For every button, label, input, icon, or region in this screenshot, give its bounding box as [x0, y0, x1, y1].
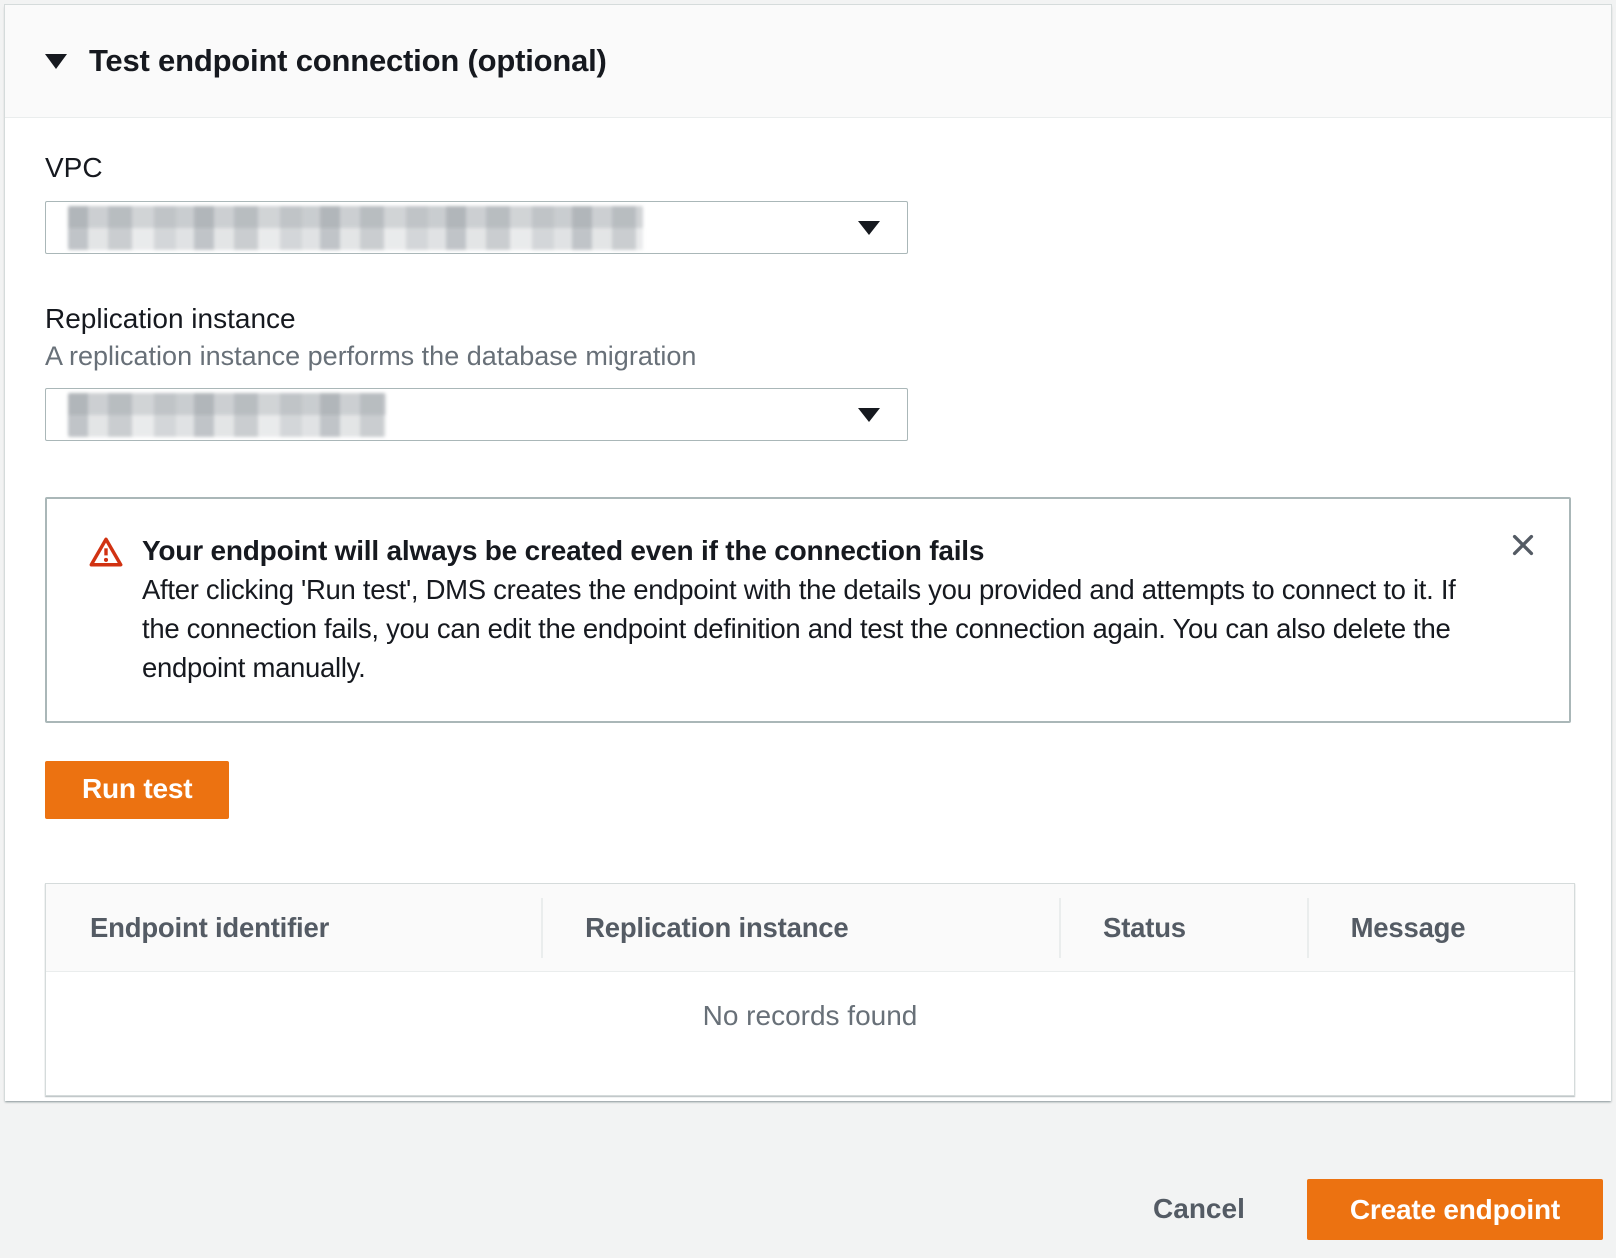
- table-header-row: Endpoint identifier Replication instance…: [46, 884, 1574, 972]
- replication-instance-field-group: Replication instance A replication insta…: [45, 301, 1571, 441]
- panel-title: Test endpoint connection (optional): [89, 43, 607, 79]
- vpc-redacted-value: [68, 206, 643, 250]
- run-test-button[interactable]: Run test: [45, 761, 229, 819]
- page: Test endpoint connection (optional) VPC …: [0, 0, 1616, 1258]
- column-header-endpoint-identifier[interactable]: Endpoint identifier: [46, 912, 541, 944]
- alert-body: After clicking 'Run test', DMS creates t…: [142, 570, 1472, 687]
- alert-text: Your endpoint will always be created eve…: [123, 531, 1541, 687]
- cancel-button[interactable]: Cancel: [1153, 1193, 1245, 1225]
- table-empty-message: No records found: [46, 972, 1574, 1095]
- warning-triangle-icon: [89, 536, 123, 573]
- triangle-down-icon: [858, 221, 880, 235]
- column-header-status[interactable]: Status: [1059, 912, 1307, 944]
- column-header-replication-instance[interactable]: Replication instance: [541, 912, 1059, 944]
- triangle-down-icon: [858, 408, 880, 422]
- test-results-table: Endpoint identifier Replication instance…: [45, 883, 1575, 1096]
- close-icon[interactable]: [1503, 525, 1543, 565]
- vpc-field-group: VPC: [45, 150, 1571, 254]
- vpc-select[interactable]: [45, 201, 908, 254]
- replication-instance-redacted-value: [68, 393, 386, 437]
- column-header-message[interactable]: Message: [1307, 912, 1574, 944]
- vpc-label: VPC: [45, 150, 1571, 186]
- replication-instance-select[interactable]: [45, 388, 908, 441]
- triangle-down-icon: [45, 54, 67, 69]
- replication-instance-description: A replication instance performs the data…: [45, 339, 1571, 373]
- panel-body: VPC Replication instance A replication i…: [5, 118, 1611, 1096]
- alert-title: Your endpoint will always be created eve…: [142, 531, 1495, 570]
- create-endpoint-button[interactable]: Create endpoint: [1307, 1179, 1603, 1240]
- replication-instance-label: Replication instance: [45, 301, 1571, 337]
- footer-action-bar: Cancel Create endpoint: [0, 1101, 1616, 1258]
- test-endpoint-connection-panel: Test endpoint connection (optional) VPC …: [4, 4, 1612, 1101]
- endpoint-warning-alert: Your endpoint will always be created eve…: [45, 497, 1571, 723]
- panel-header-expander[interactable]: Test endpoint connection (optional): [5, 5, 1611, 118]
